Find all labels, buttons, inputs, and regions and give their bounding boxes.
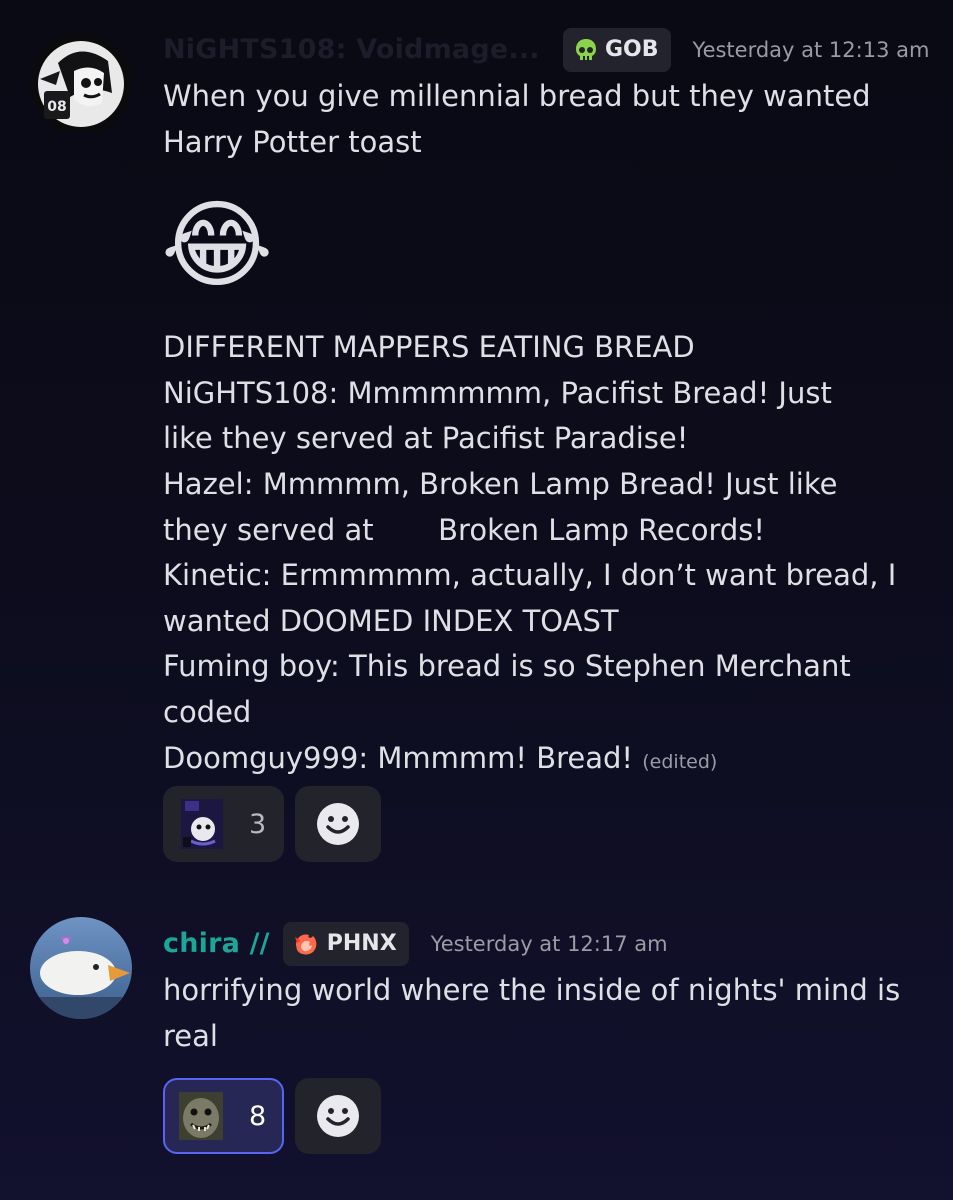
laughing-emoji: 😂 xyxy=(161,189,274,302)
avatar[interactable] xyxy=(30,917,132,1019)
username[interactable]: NiGHTS108: Voidmage... xyxy=(163,34,551,65)
avatar-image xyxy=(30,917,132,1019)
message-content: horrifying world where the inside of nig… xyxy=(163,968,933,1059)
add-reaction-button[interactable] xyxy=(295,1078,381,1154)
message-content: When you give millennial bread but they … xyxy=(161,74,933,785)
custom-seal-emoji xyxy=(179,1092,223,1140)
message-line: wanted DOOMED INDEX TOAST xyxy=(163,603,619,638)
skull-icon xyxy=(576,38,596,60)
edited-label: (edited) xyxy=(642,750,718,773)
message-line: Harry Potter toast xyxy=(163,124,422,159)
custom-ghost-emoji xyxy=(181,799,223,849)
username[interactable]: chira // xyxy=(163,928,270,959)
reaction-count: 8 xyxy=(249,1100,267,1132)
reaction-button[interactable]: 8 xyxy=(163,1078,284,1154)
message-line: coded xyxy=(163,694,252,729)
message-header: chira // PHNX Yesterday at 12:17 am xyxy=(163,921,668,966)
message-line: horrifying world where the inside of nig… xyxy=(163,973,901,1007)
message-header: NiGHTS108: Voidmage... GOB Yesterday at … xyxy=(163,27,929,72)
timestamp[interactable]: Yesterday at 12:17 am xyxy=(431,932,668,956)
message-line: like they served at Pacifist Paradise! xyxy=(163,421,689,456)
avatar[interactable]: 08 xyxy=(30,33,132,135)
timestamp[interactable]: Yesterday at 12:13 am xyxy=(693,38,930,62)
svg-text:08: 08 xyxy=(47,99,66,115)
message-line: Kinetic: Ermmmmm, actually, I don’t want… xyxy=(163,558,897,593)
message-line: real xyxy=(163,1018,218,1053)
message-line: When you give millennial bread but they … xyxy=(163,79,871,113)
add-reaction-button[interactable] xyxy=(295,786,381,862)
reaction-count: 3 xyxy=(249,808,267,840)
reaction-button[interactable]: 3 xyxy=(163,786,284,862)
message-line: they served at Broken Lamp Records! xyxy=(163,512,766,547)
smiley-icon xyxy=(317,1095,359,1137)
server-tag-label: PHNX xyxy=(326,931,397,956)
message-line: Doomguy999: Mmmmm! Bread! xyxy=(163,740,643,775)
smiley-icon xyxy=(317,803,359,845)
avatar-image: 08 xyxy=(30,33,132,135)
server-tag-label: GOB xyxy=(605,37,659,62)
message-line: Hazel: Mmmmm, Broken Lamp Bread! Just li… xyxy=(163,466,838,501)
message-line: Fuming boy: This bread is so Stephen Mer… xyxy=(163,649,851,684)
server-tag[interactable]: PHNX xyxy=(282,921,409,966)
message-line: DIFFERENT MAPPERS EATING BREAD xyxy=(163,330,695,365)
server-tag[interactable]: GOB xyxy=(563,27,671,72)
phoenix-icon xyxy=(294,933,317,954)
message-line: NiGHTS108: Mmmmmmm, Pacifist Bread! Just xyxy=(163,375,832,410)
